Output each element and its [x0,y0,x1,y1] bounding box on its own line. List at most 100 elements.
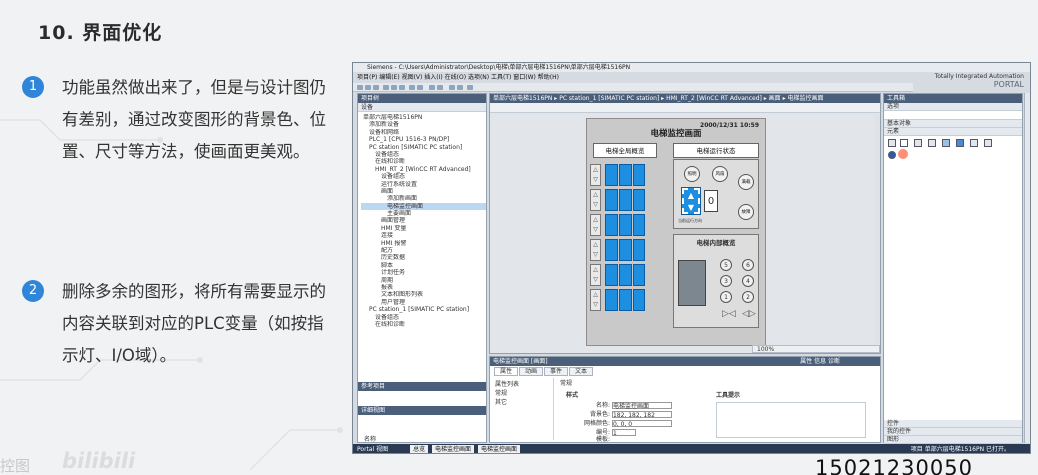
tab-texts[interactable]: 文本 [569,367,594,376]
tree-item[interactable]: PLC_1 [CPU 1516-3 PN/DP] [361,136,486,143]
overview-tab[interactable]: 总览 [410,445,429,453]
tree-item-selected[interactable]: 电梯监控画面 [361,202,486,211]
tree-item[interactable]: PC station [SIMATIC PC station] [361,144,486,151]
menu-bar[interactable]: 项目(P) 编辑(E) 视图(V) 插入(I) 在线(O) 选项(N) 工具(T… [353,73,913,82]
floor-button-4[interactable]: 4 [742,275,754,287]
floor-cell[interactable] [633,189,645,211]
floor-cell[interactable] [619,264,632,286]
reference-projects-header[interactable]: 参考项目 [358,382,486,391]
tree-item[interactable]: 运行系统设置 [361,181,486,188]
tree-item[interactable]: 设备组态 [361,151,486,158]
name-input[interactable]: 电梯监控画面 [611,402,672,410]
floor-button-1[interactable]: 1 [720,291,732,303]
floor-cell[interactable] [633,214,645,236]
floor-cell[interactable] [619,189,632,211]
tree-item[interactable]: 计划任务 [361,269,486,276]
symbol-library-icon[interactable] [984,139,992,147]
floor-io-field[interactable]: 0 [704,190,718,212]
inspector-tabs[interactable]: 属性 信息 诊断 [800,357,840,366]
editor-tab-2[interactable]: 电梯监控画面 [477,445,520,453]
basic-objects-section[interactable]: 基本对象 [884,120,1022,128]
editor-vertical-scrollbar[interactable] [874,114,880,344]
overview-title-box[interactable]: 电梯全局概览 [593,143,657,158]
floor-cell[interactable] [633,239,645,261]
tree-item[interactable]: 单部六层电梯1516PN [361,114,486,121]
bar-icon[interactable] [956,139,964,147]
door-close-icon[interactable]: ▷◁ [722,309,736,319]
full-load-indicator[interactable]: 满载 [738,174,754,190]
floor-cell[interactable] [605,214,618,236]
editor-tab[interactable]: 电梯监控画面 [432,445,475,453]
tree-item[interactable]: HMI 变量 [361,225,486,232]
new-project-icon[interactable] [357,85,363,90]
open-icon[interactable] [365,85,371,90]
gauge-icon[interactable] [888,151,896,159]
date-time-icon[interactable] [942,139,950,147]
tree-item[interactable]: 画面管理 [361,217,486,224]
floor-button-3[interactable]: 3 [720,275,732,287]
floor-cell[interactable] [619,164,632,186]
floor-cell[interactable] [619,239,632,261]
floor-cell[interactable] [605,289,618,311]
floor-cell[interactable] [605,239,618,261]
floor-cell[interactable] [619,214,632,236]
floor-button-6[interactable]: 6 [742,259,754,271]
tree-item[interactable]: 文本和图形列表 [361,291,486,298]
graphic-io-icon[interactable] [928,139,936,147]
tree-item[interactable]: 在线和诊断 [361,158,486,165]
tree-item[interactable]: 画面 [361,188,486,195]
fan-indicator[interactable]: 风扇 [712,166,728,182]
tree-item[interactable]: 在线和诊断 [361,321,486,328]
floor-cell[interactable] [633,289,645,311]
go-offline-icon[interactable] [457,85,463,90]
task-card-tabs[interactable] [1024,93,1030,443]
number-input[interactable]: 1 [611,429,636,437]
start-simulation-icon[interactable] [467,85,473,90]
floor-cell[interactable] [605,189,618,211]
floor-cell[interactable] [633,264,645,286]
compile-icon[interactable] [429,85,435,90]
zoom-selector[interactable]: 100% [752,345,880,353]
tree-item[interactable]: HMI_RT_2 [WinCC RT Advanced] [361,166,486,173]
tab-animations[interactable]: 动画 [519,367,544,376]
save-icon[interactable] [373,85,379,90]
property-item-general[interactable]: 常规 [495,388,552,397]
floor-cell[interactable] [605,164,618,186]
symbolic-io-icon[interactable] [914,139,922,147]
grid-color-input[interactable]: 0, 0, 0 [611,420,672,428]
tree-item[interactable]: 脚本 [361,262,486,269]
download-icon[interactable] [437,85,443,90]
tree-item[interactable]: 用户管理 [361,299,486,306]
light-indicator[interactable]: 照明 [684,166,700,182]
tab-events[interactable]: 事件 [544,367,569,376]
fault-indicator[interactable]: 故障 [738,204,754,220]
floor-cell[interactable] [605,264,618,286]
elevator-door-image[interactable] [678,260,706,306]
tree-item[interactable]: HMI 报警 [361,240,486,247]
tree-item[interactable]: 报表 [361,284,486,291]
tree-item[interactable]: 设备组态 [361,314,486,321]
state-title-box[interactable]: 电梯运行状态 [673,143,759,158]
bg-color-input[interactable]: 182, 182, 182 [611,411,672,419]
tree-item[interactable]: 设备和网络 [361,129,486,136]
property-item-misc[interactable]: 其它 [495,397,552,406]
portal-view-button[interactable]: Portal 视图 [357,446,388,453]
copy-icon[interactable] [391,85,397,90]
redo-icon[interactable] [417,85,423,90]
go-online-icon[interactable] [449,85,455,90]
door-open-icon[interactable]: ◁▷ [742,309,756,319]
graphics-section[interactable]: 图形 [884,436,1022,444]
controls-section[interactable]: 控件 [884,420,1022,428]
tree-item[interactable]: 添加新画面 [361,195,486,202]
undo-icon[interactable] [409,85,415,90]
screen-title[interactable]: 电梯监控画面 [587,127,765,139]
direction-arrows-icon[interactable]: ▲ ▼ [681,187,701,215]
switch-icon[interactable] [970,139,978,147]
tooltip-textarea[interactable] [716,402,866,438]
cut-icon[interactable] [383,85,389,90]
button-icon[interactable] [900,139,908,147]
tab-properties[interactable]: 属性 [494,367,519,376]
tree-item[interactable]: 配方 [361,247,486,254]
floor-button-5[interactable]: 5 [720,259,732,271]
floor-cell[interactable] [619,289,632,311]
